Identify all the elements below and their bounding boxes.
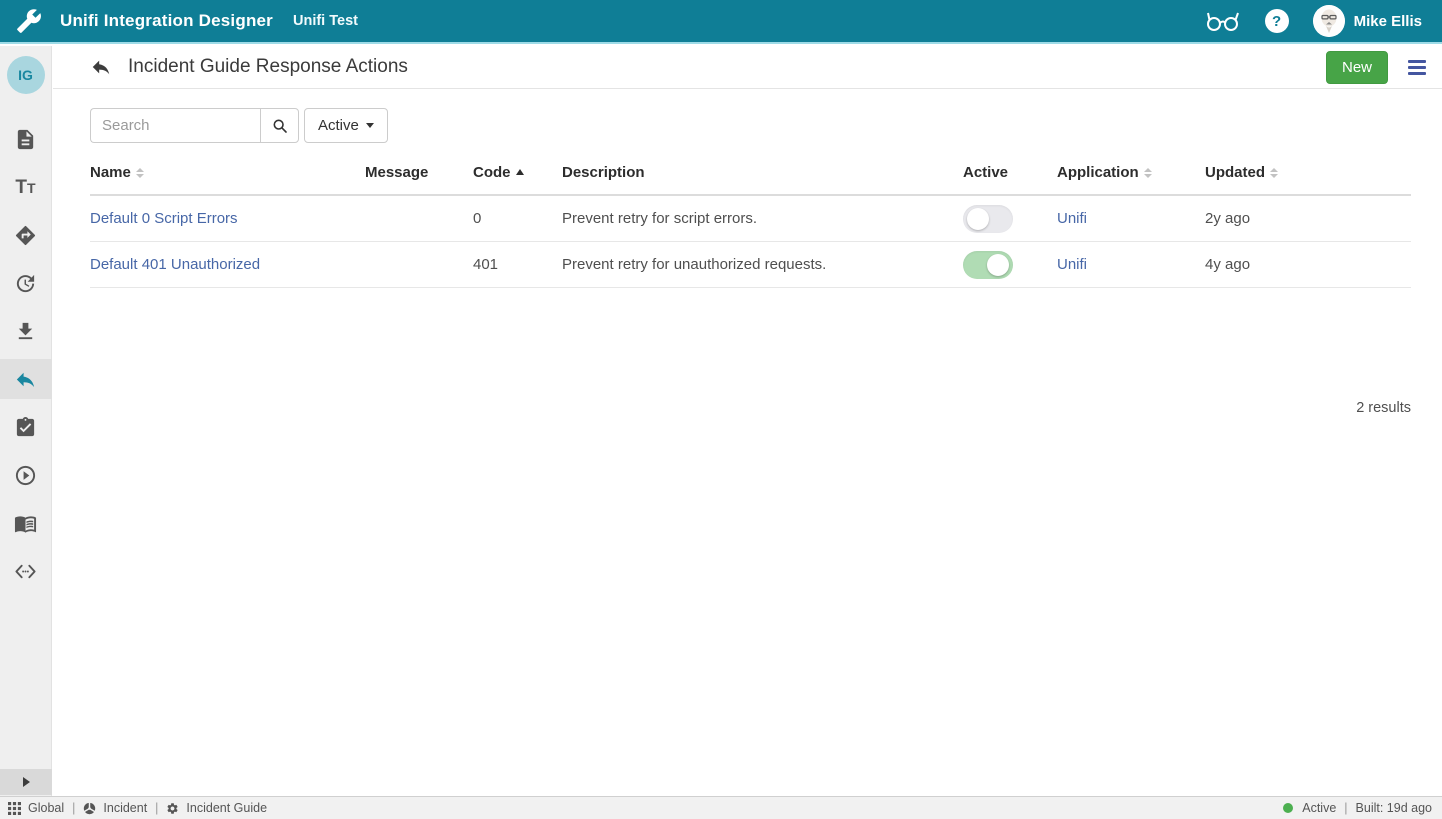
sidebar-item-history[interactable] (0, 259, 52, 307)
chevron-down-icon (366, 123, 374, 128)
column-header-message[interactable]: Message (365, 164, 473, 181)
column-header-application[interactable]: Application (1057, 164, 1205, 181)
results-count: 2 results (90, 400, 1411, 416)
sort-icon (1144, 168, 1152, 178)
active-filter-dropdown[interactable]: Active (304, 108, 388, 143)
app-title: Unifi Integration Designer (60, 11, 273, 31)
spectacles-icon[interactable] (1205, 9, 1241, 33)
integration-avatar[interactable]: IG (7, 56, 45, 94)
search-button[interactable] (260, 108, 299, 143)
column-header-code[interactable]: Code (473, 164, 562, 181)
sidebar-item-download[interactable] (0, 307, 52, 355)
active-toggle[interactable] (963, 205, 1013, 233)
column-header-description[interactable]: Description (562, 164, 963, 181)
column-header-updated[interactable]: Updated (1205, 164, 1411, 181)
new-button[interactable]: New (1326, 51, 1388, 84)
book-icon (14, 512, 37, 535)
environment-label[interactable]: Unifi Test (293, 13, 358, 29)
main-area: Incident Guide Response Actions New Acti… (53, 46, 1442, 796)
column-header-active[interactable]: Active (963, 164, 1057, 181)
row-description: Prevent retry for unauthorized requests. (562, 256, 963, 273)
status-dot-icon (1283, 803, 1293, 813)
top-navbar: Unifi Integration Designer Unifi Test ? (0, 0, 1442, 44)
table-header-row: Name Message Code Description Active A (90, 164, 1411, 196)
row-application-link[interactable]: Unifi (1057, 210, 1087, 227)
filter-value: Active (318, 117, 359, 134)
wrench-logo-icon (16, 8, 42, 34)
download-icon (14, 320, 37, 343)
text-icon: TT (15, 178, 35, 197)
menu-icon[interactable] (1406, 58, 1428, 77)
document-icon (14, 128, 37, 151)
table-row: Default 401 Unauthorized 401 Prevent ret… (90, 242, 1411, 288)
status-bar: Global | Incident | Incident Guide Activ… (0, 796, 1442, 819)
play-circle-icon (14, 464, 37, 487)
row-name-link[interactable]: Default 0 Script Errors (90, 210, 238, 227)
response-actions-table: Name Message Code Description Active A (90, 164, 1411, 288)
sidebar-expand-button[interactable] (0, 769, 52, 795)
clipboard-check-icon (14, 416, 37, 439)
sidebar-item-text[interactable]: TT (0, 163, 52, 211)
code-icon (14, 560, 37, 583)
toolbar: Active (90, 108, 1411, 143)
row-name-link[interactable]: Default 401 Unauthorized (90, 256, 260, 273)
user-menu[interactable]: Mike Ellis (1313, 5, 1422, 37)
directions-icon (14, 224, 37, 247)
user-name: Mike Ellis (1354, 13, 1422, 30)
sort-icon (1270, 168, 1278, 178)
expand-arrow-icon (23, 777, 30, 787)
sidebar-item-documentation[interactable] (0, 499, 52, 547)
application-label[interactable]: Incident (103, 801, 147, 815)
user-avatar (1313, 5, 1345, 37)
page-header: Incident Guide Response Actions New (53, 46, 1442, 89)
scope-label[interactable]: Global (28, 801, 64, 815)
reply-icon (14, 368, 37, 391)
row-code: 401 (473, 256, 562, 273)
sort-icon (136, 168, 144, 178)
sidebar-item-directions[interactable] (0, 211, 52, 259)
history-icon (14, 272, 37, 295)
status-label: Active (1302, 801, 1336, 815)
row-updated: 2y ago (1205, 210, 1411, 227)
search-input[interactable] (90, 108, 260, 143)
application-scope-icon (83, 802, 96, 815)
built-label: Built: 19d ago (1356, 801, 1432, 815)
help-icon[interactable]: ? (1265, 9, 1289, 33)
active-toggle[interactable] (963, 251, 1013, 279)
grid-icon (8, 802, 21, 815)
gear-icon (166, 802, 179, 815)
page-title: Incident Guide Response Actions (128, 56, 408, 78)
module-label[interactable]: Incident Guide (186, 801, 267, 815)
sidebar-item-response-actions[interactable] (0, 359, 52, 399)
search-icon (272, 118, 288, 134)
row-description: Prevent retry for script errors. (562, 210, 963, 227)
content: Active Name Message Code Description (53, 89, 1442, 416)
row-application-link[interactable]: Unifi (1057, 256, 1087, 273)
sidebar: IG TT (0, 46, 52, 796)
sidebar-item-documents[interactable] (0, 115, 52, 163)
row-code: 0 (473, 210, 562, 227)
sidebar-item-code[interactable] (0, 547, 52, 595)
column-header-name[interactable]: Name (90, 164, 365, 181)
sidebar-item-tasks[interactable] (0, 403, 52, 451)
back-icon[interactable] (90, 56, 112, 78)
sort-ascending-icon (516, 169, 524, 175)
table-row: Default 0 Script Errors 0 Prevent retry … (90, 196, 1411, 242)
sidebar-item-run[interactable] (0, 451, 52, 499)
row-updated: 4y ago (1205, 256, 1411, 273)
